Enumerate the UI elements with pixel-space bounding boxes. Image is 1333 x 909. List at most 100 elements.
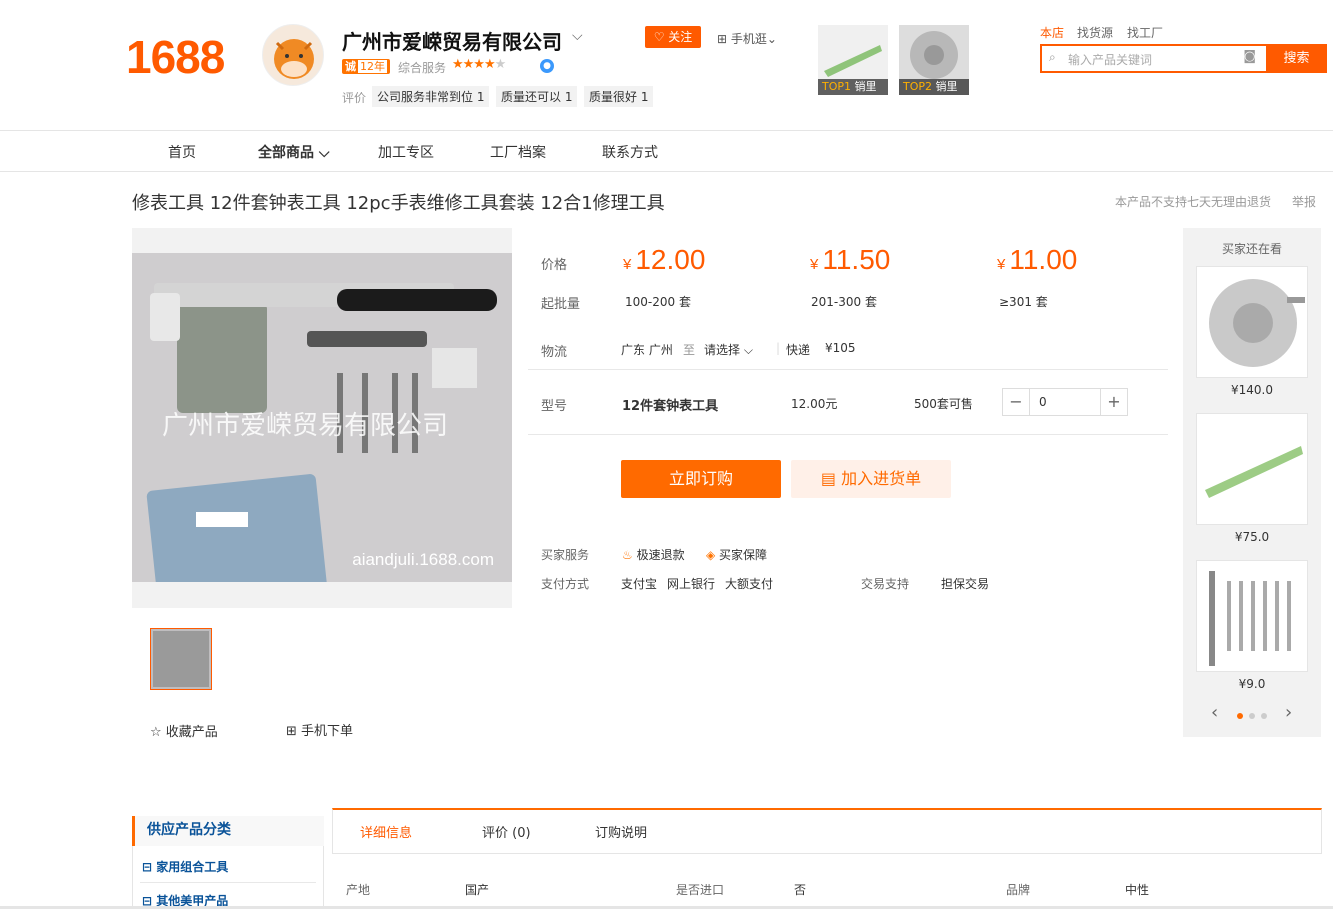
also-viewed-item[interactable]	[1196, 560, 1308, 672]
service-label: 综合服务	[398, 61, 447, 75]
add-cart-label: 加入进货单	[841, 469, 922, 488]
price-value: 12.00	[635, 244, 706, 275]
fast-refund-badge[interactable]: ♨ 极速退款	[622, 546, 685, 563]
tweezers-image	[1197, 414, 1307, 524]
search-icon: ⌕	[1049, 50, 1056, 64]
also-viewed-item[interactable]	[1196, 413, 1308, 525]
favorite-button[interactable]: ☆ 收藏产品	[150, 721, 218, 740]
next-arrow-icon[interactable]: ›	[1285, 702, 1292, 723]
nav-contact[interactable]: 联系方式	[602, 142, 658, 162]
carousel-dot[interactable]	[1237, 713, 1243, 719]
follow-button[interactable]: ♡ 关注	[645, 26, 701, 48]
moq-label: 起批量	[541, 297, 581, 312]
price-value: 11.00	[1009, 244, 1078, 275]
logistics-divider: |	[776, 341, 781, 355]
buyer-service-label: 买家服务	[541, 548, 590, 562]
add-to-cart-button[interactable]: ▤ 加入进货单	[791, 460, 951, 498]
watermark-text: 广州市爱嵘贸易有限公司	[162, 411, 449, 441]
tab-details[interactable]: 详细信息	[360, 822, 412, 841]
company-name[interactable]: 广州市爱嵘贸易有限公司	[342, 26, 562, 55]
category-item[interactable]: ⊟ 家用组合工具	[142, 858, 228, 875]
carousel-dots	[1183, 708, 1321, 722]
mobile-order-button[interactable]: ⊞ 手机下单	[286, 720, 353, 739]
search-placeholder: 输入产品关键词	[1068, 53, 1153, 67]
model-name: 12件套钟表工具	[622, 399, 719, 414]
badge-years: 12年	[358, 60, 387, 73]
price-tier-2: ¥11.50	[810, 244, 890, 276]
quantity-stepper[interactable]: − 0 +	[1002, 388, 1128, 416]
model-label: 型号	[541, 399, 568, 414]
product-title: 修表工具 12件套钟表工具 12pc手表维修工具套装 12合1修理工具	[132, 193, 665, 214]
moq-tier-2: 201-300 套	[811, 295, 877, 309]
pay-bank: 网上银行	[667, 577, 716, 591]
eval-tag[interactable]: 公司服务非常到位 1	[372, 86, 490, 107]
tab-order-info[interactable]: 订购说明	[595, 822, 647, 841]
attr-value: 中性	[1125, 883, 1150, 897]
buy-now-button[interactable]: 立即订购	[621, 460, 781, 498]
also-viewed-item[interactable]	[1196, 266, 1308, 378]
pay-large: 大额支付	[725, 577, 774, 591]
quantity-input[interactable]: 0	[1029, 389, 1101, 415]
cloth-image	[146, 473, 328, 582]
attr-key: 产地	[346, 883, 371, 897]
spring-bars-image	[1197, 561, 1307, 671]
stars-off: ★	[494, 57, 507, 72]
divider	[528, 369, 1168, 370]
pay-alipay: 支付宝	[621, 577, 658, 591]
top1-product-thumb[interactable]: TOP1 销里	[818, 25, 888, 95]
watermark-url: aiandjuli.1688.com	[352, 550, 494, 569]
top2-product-thumb[interactable]: TOP2 销里	[899, 25, 969, 95]
eval-label: 评价	[342, 91, 367, 105]
nav-factory[interactable]: 工厂档案	[490, 142, 546, 162]
attr-key: 是否进口	[676, 883, 725, 897]
carousel-dot[interactable]	[1261, 713, 1267, 719]
currency-symbol: ¥	[623, 256, 632, 273]
search-button[interactable]: 搜索	[1266, 44, 1327, 73]
nav-all-products[interactable]: 全部商品 ⌵	[258, 142, 330, 162]
search-tab-factory[interactable]: 找工厂	[1127, 24, 1163, 41]
price-value: 11.50	[822, 244, 891, 275]
search-input[interactable]: ⌕ 输入产品关键词 ◙	[1040, 44, 1266, 73]
shield-icon: ◈	[706, 548, 720, 562]
verified-icon: ●	[540, 59, 554, 73]
shipping-fee: ¥105	[825, 341, 856, 355]
destination-select[interactable]: 请选择 ⌵	[704, 341, 753, 358]
eval-tag[interactable]: 质量还可以 1	[496, 86, 578, 107]
integrity-badge: 诚 12年	[342, 59, 390, 74]
top2-rank: TOP2	[903, 80, 933, 93]
shop-avatar[interactable]	[262, 24, 324, 86]
search-tab-source[interactable]: 找货源	[1077, 24, 1113, 41]
payment-label: 支付方式	[541, 577, 590, 591]
model-price: 12.00元	[791, 397, 838, 411]
divider	[140, 882, 316, 883]
nav-home[interactable]: 首页	[168, 142, 196, 162]
camera-icon[interactable]: ◙	[1243, 49, 1256, 64]
guarantee-label: 买家保障	[719, 548, 768, 562]
nav-divider-bottom	[0, 171, 1333, 172]
site-logo[interactable]: 1688	[126, 30, 225, 84]
tab-reviews[interactable]: 评价 (0)	[482, 822, 531, 841]
eval-tag[interactable]: 质量很好 1	[584, 86, 654, 107]
detail-tabs	[332, 808, 1322, 854]
trade-support-label: 交易支持	[861, 577, 910, 591]
top1-rank: TOP1	[822, 80, 852, 93]
search-tab-shop[interactable]: 本店	[1040, 24, 1064, 41]
chevron-down-icon[interactable]: ⌵	[572, 28, 583, 44]
main-product-image[interactable]: 广州市爱嵘贸易有限公司 aiandjuli.1688.com	[132, 253, 512, 582]
carousel-dot[interactable]	[1249, 713, 1255, 719]
divider	[528, 434, 1168, 435]
nav-processing[interactable]: 加工专区	[378, 142, 434, 162]
plus-button[interactable]: +	[1101, 389, 1127, 415]
image-thumbnail[interactable]	[150, 628, 212, 690]
cloth-label	[196, 512, 248, 527]
top2-caption: 销里	[935, 80, 958, 93]
report-link[interactable]: 举报	[1292, 193, 1316, 210]
also-viewed-panel: 买家还在看 ¥140.0 ¥75.0 ¥9.0 ‹ ›	[1183, 228, 1321, 737]
moq-tier-1: 100-200 套	[625, 295, 691, 309]
minus-button[interactable]: −	[1003, 389, 1029, 415]
top1-caption: 销里	[854, 80, 877, 93]
mobile-browse-link[interactable]: ⊞ 手机逛⌄	[717, 30, 777, 47]
buyer-guarantee-badge[interactable]: ◈ 买家保障	[706, 546, 767, 563]
ship-from: 广东 广州	[621, 343, 673, 357]
refund-icon: ♨	[622, 548, 637, 562]
